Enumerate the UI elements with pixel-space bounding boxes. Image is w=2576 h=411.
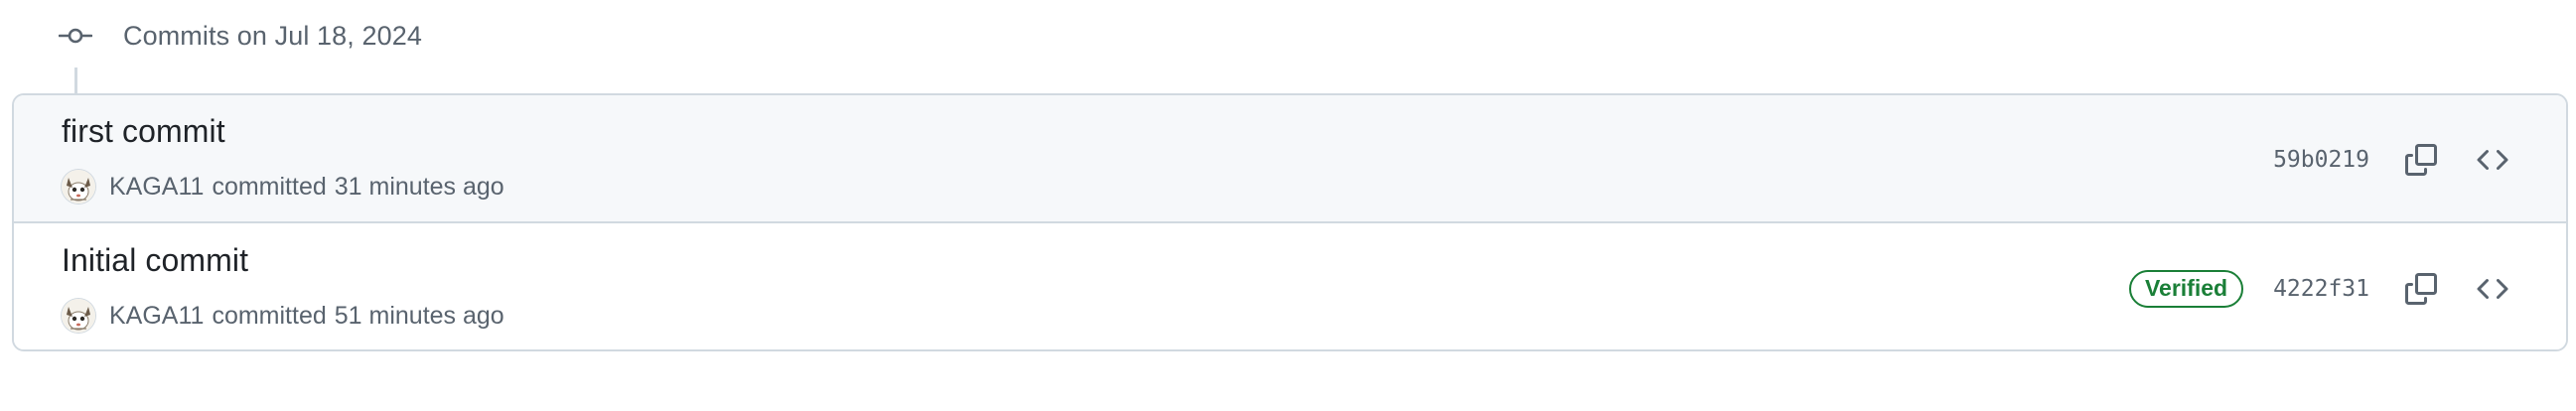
copy-icon (2405, 143, 2437, 176)
copy-sha-button[interactable] (2397, 265, 2445, 313)
commit-time: 31 minutes ago (334, 172, 504, 201)
commit-actions: Verified 4222f31 (2128, 224, 2516, 349)
commit-title-link[interactable]: first commit (62, 113, 225, 150)
browse-repo-button[interactable] (2469, 265, 2516, 313)
commit-actions: 59b0219 (2273, 95, 2516, 223)
commit-verb: committed (212, 172, 327, 201)
commit-list: first commit KAGA11 committed 31 minutes… (12, 93, 2568, 351)
copy-icon (2405, 272, 2437, 305)
commit-title-link[interactable]: Initial commit (62, 242, 248, 279)
browse-repo-button[interactable] (2469, 136, 2516, 184)
commit-meta: KAGA11 committed 31 minutes ago (62, 169, 504, 205)
commit-row: Initial commit KAGA11 committed 51 minut… (14, 224, 2566, 349)
commit-date-heading: Commits on Jul 18, 2024 (123, 20, 422, 51)
commit-sha-link[interactable]: 4222f31 (2273, 276, 2369, 302)
avatar[interactable] (62, 170, 95, 204)
verified-badge[interactable]: Verified (2128, 269, 2244, 308)
commit-author-link[interactable]: KAGA11 (109, 302, 204, 331)
commit-verb: committed (212, 301, 327, 330)
commit-sha-link[interactable]: 59b0219 (2273, 147, 2369, 173)
commit-meta: KAGA11 committed 51 minutes ago (62, 298, 504, 334)
code-icon (2477, 278, 2508, 299)
timeline-header: Commits on Jul 18, 2024 (58, 12, 422, 60)
avatar[interactable] (62, 299, 95, 333)
code-icon (2477, 149, 2508, 170)
copy-sha-button[interactable] (2397, 136, 2445, 184)
timeline-connector (74, 68, 77, 93)
commit-time: 51 minutes ago (334, 301, 504, 330)
commit-author-link[interactable]: KAGA11 (109, 173, 204, 202)
commits-page: Commits on Jul 18, 2024 first commit KAG… (0, 0, 2576, 411)
git-commit-icon (58, 24, 93, 48)
commit-row: first commit KAGA11 committed 31 minutes… (14, 95, 2566, 223)
